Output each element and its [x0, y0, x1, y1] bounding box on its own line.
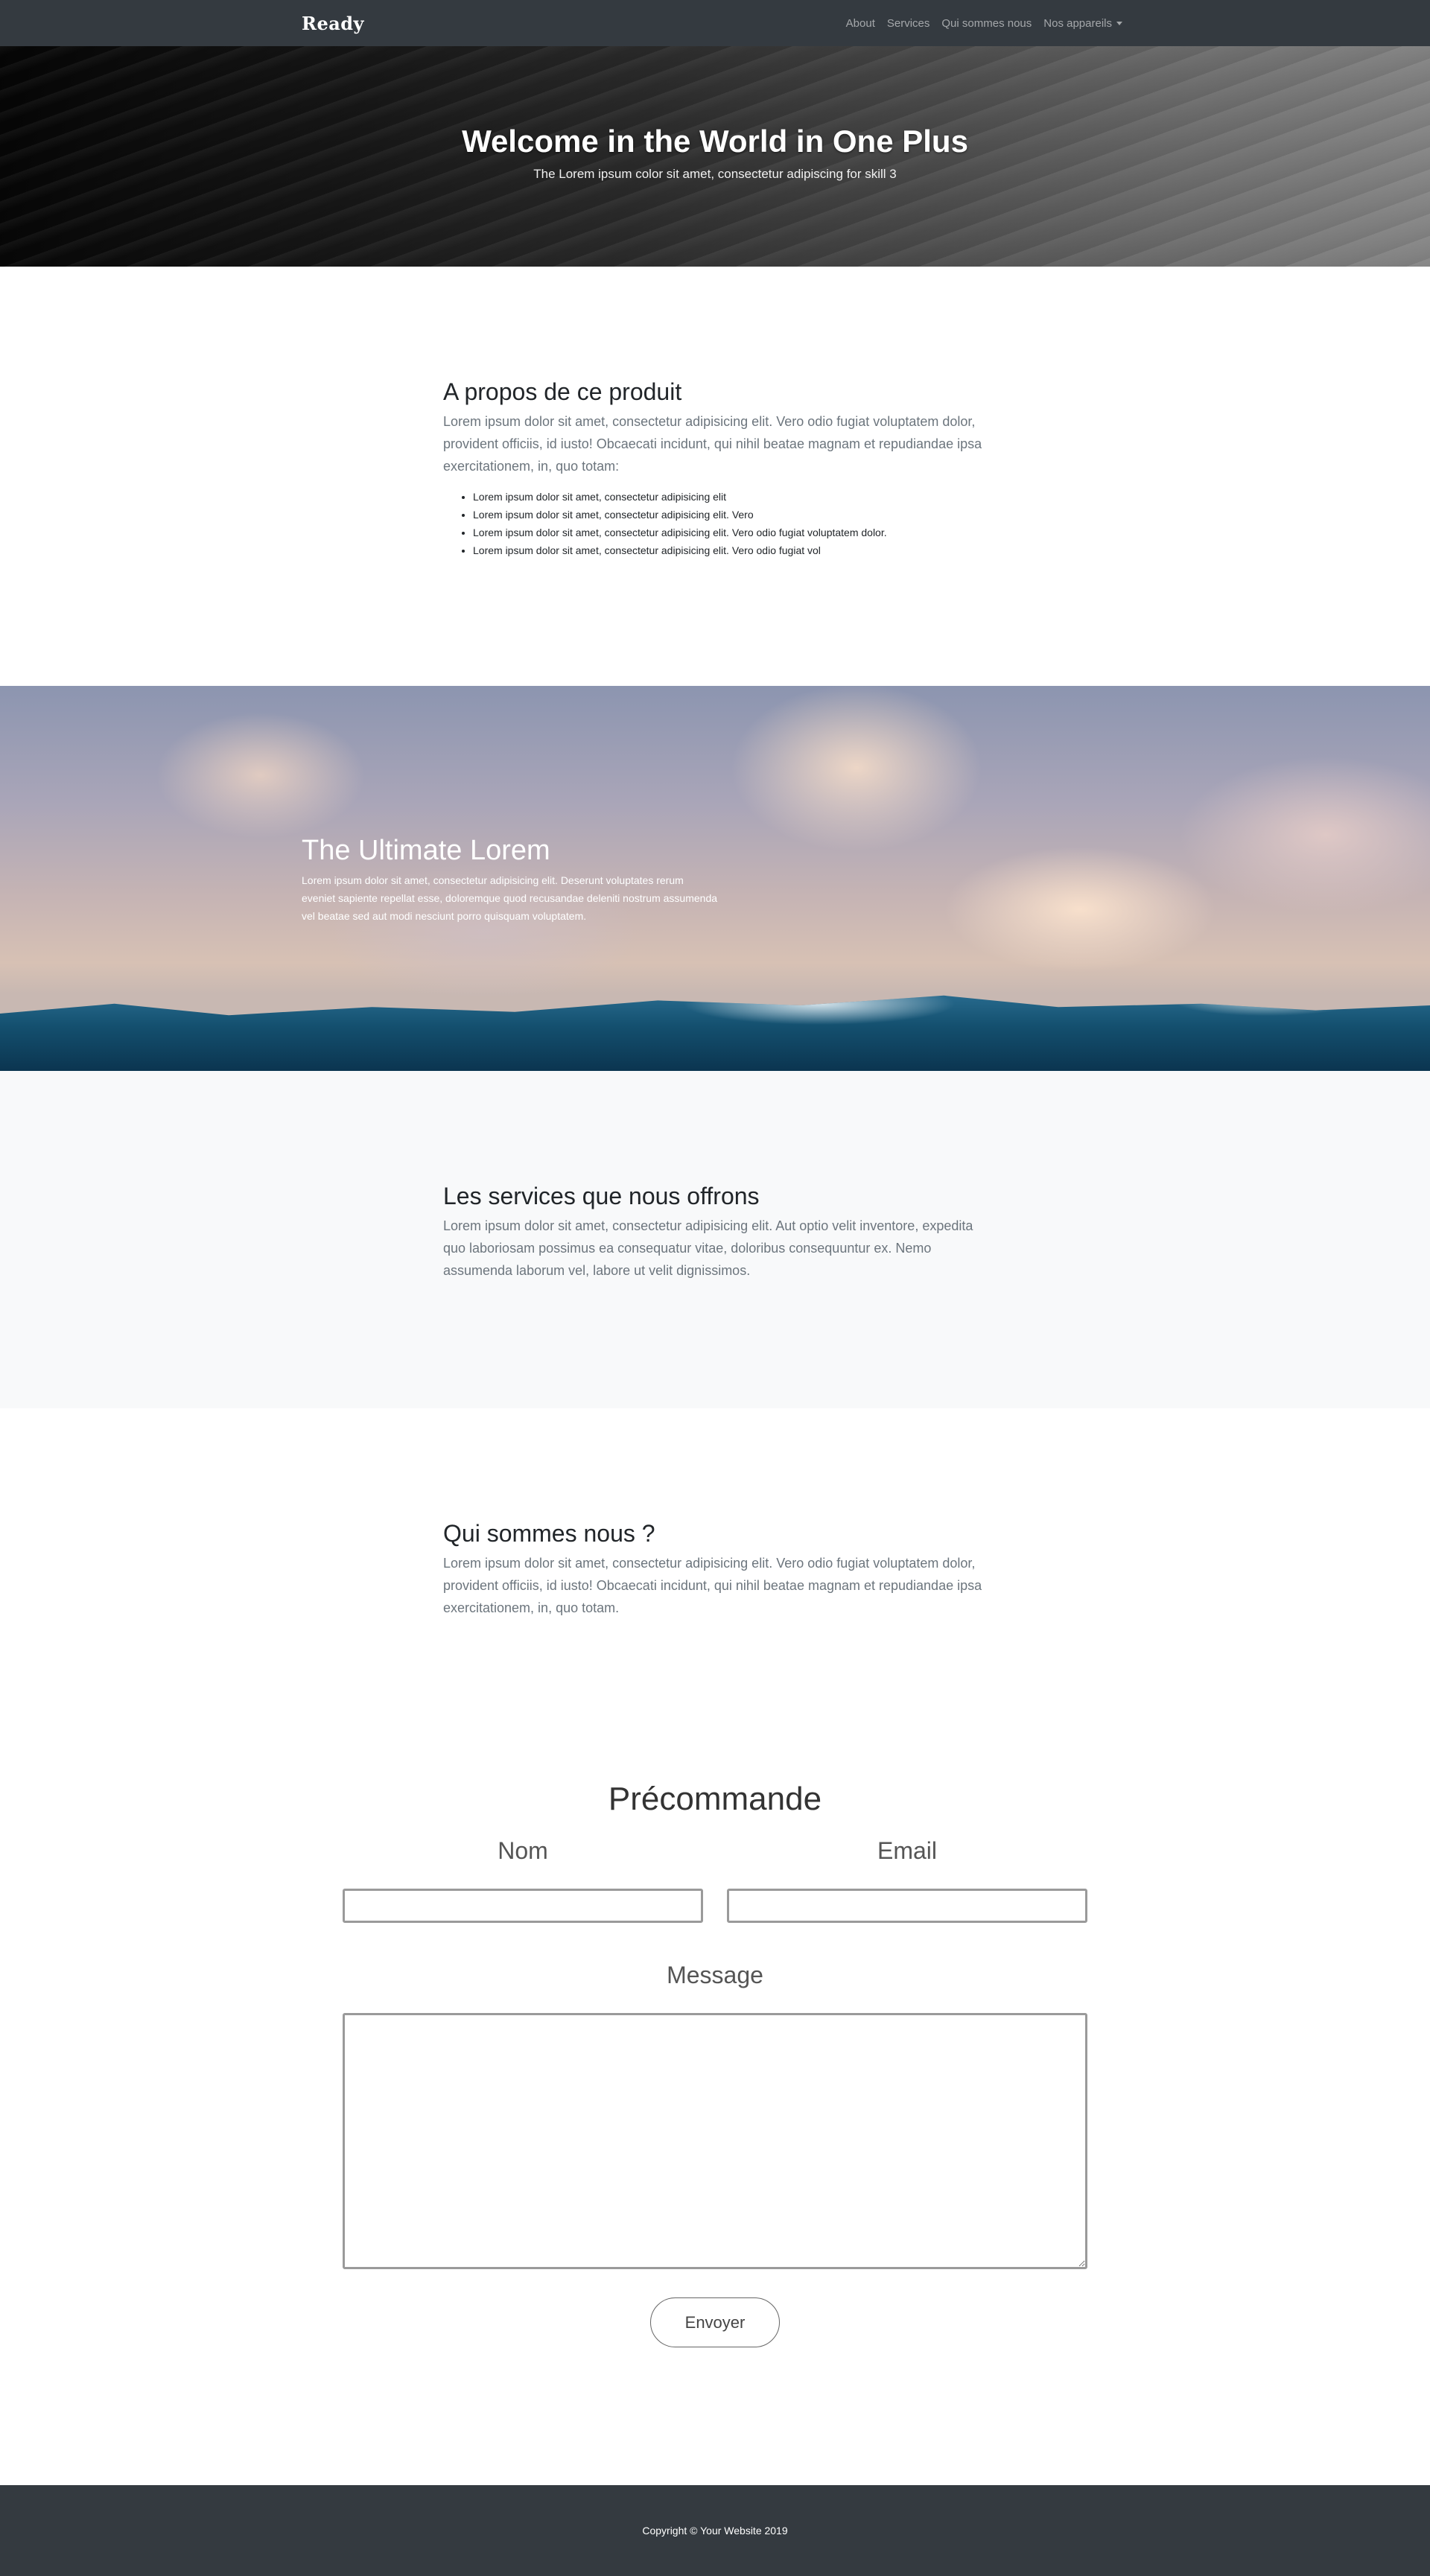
preorder-title: Précommande — [608, 1781, 822, 1817]
who-text: Lorem ipsum dolor sit amet, consectetur … — [443, 1556, 982, 1615]
hero-subtitle: The Lorem ipsum color sit amet, consecte… — [533, 167, 897, 181]
email-input[interactable] — [727, 1889, 1087, 1923]
brand-logo[interactable]: Ready — [302, 13, 364, 34]
list-item: Lorem ipsum dolor sit amet, consectetur … — [473, 541, 987, 559]
nav-dropdown-nos-appareils[interactable]: Nos appareils — [1037, 17, 1128, 30]
about-text: Lorem ipsum dolor sit amet, consectetur … — [443, 414, 982, 474]
parallax-content: The Ultimate Lorem Lorem ipsum dolor sit… — [302, 835, 719, 925]
copyright-text: Copyright © Your Website 2019 — [642, 2525, 788, 2537]
services-section: Les services que nous offrons Lorem ipsu… — [0, 1071, 1430, 1408]
caret-down-icon — [1116, 21, 1122, 25]
hero-banner: Welcome in the World in One Plus The Lor… — [0, 46, 1430, 267]
footer: Copyright © Your Website 2019 — [0, 2485, 1430, 2576]
who-content: Qui sommes nous ? Lorem ipsum dolor sit … — [443, 1520, 987, 1619]
email-group: Email — [727, 1837, 1087, 1923]
nav-link-services[interactable]: Services — [881, 17, 936, 30]
who-title: Qui sommes nous ? — [443, 1520, 655, 1547]
parallax-banner: The Ultimate Lorem Lorem ipsum dolor sit… — [0, 686, 1430, 1071]
about-content: A propos de ce produit Lorem ipsum dolor… — [443, 378, 987, 559]
parallax-text: Lorem ipsum dolor sit amet, consectetur … — [302, 874, 718, 922]
name-input[interactable] — [343, 1889, 703, 1923]
list-item: Lorem ipsum dolor sit amet, consectetur … — [473, 488, 987, 506]
nav-link-qui-sommes-nous[interactable]: Qui sommes nous — [935, 17, 1037, 30]
services-text: Lorem ipsum dolor sit amet, consectetur … — [443, 1218, 973, 1278]
form-row: Nom Email — [343, 1837, 1087, 1923]
hero-title: Welcome in the World in One Plus — [462, 124, 968, 159]
about-bullet-list: Lorem ipsum dolor sit amet, consectetur … — [443, 488, 987, 559]
nav-links: About Services Qui sommes nous Nos appar… — [840, 17, 1128, 30]
send-button[interactable]: Envoyer — [650, 2297, 780, 2347]
about-section: A propos de ce produit Lorem ipsum dolor… — [0, 267, 1430, 686]
email-label: Email — [877, 1837, 937, 1864]
services-content: Les services que nous offrons Lorem ipsu… — [443, 1183, 987, 1282]
navbar: Ready About Services Qui sommes nous Nos… — [0, 0, 1430, 46]
name-group: Nom — [343, 1837, 703, 1923]
who-section: Qui sommes nous ? Lorem ipsum dolor sit … — [0, 1408, 1430, 1751]
preorder-form: Précommande Nom Email Message Envoyer — [0, 1751, 1430, 2485]
about-title: A propos de ce produit — [443, 378, 682, 405]
parallax-title: The Ultimate Lorem — [302, 835, 550, 866]
list-item: Lorem ipsum dolor sit amet, consectetur … — [473, 506, 987, 524]
nav-dropdown-label: Nos appareils — [1043, 16, 1112, 30]
ocean-wave-image — [0, 995, 1430, 1071]
message-label: Message — [667, 1962, 763, 1988]
message-textarea[interactable] — [343, 2013, 1087, 2269]
navbar-container: Ready About Services Qui sommes nous Nos… — [302, 0, 1128, 46]
name-label: Nom — [498, 1837, 548, 1864]
services-title: Les services que nous offrons — [443, 1183, 760, 1209]
nav-link-about[interactable]: About — [840, 17, 881, 30]
list-item: Lorem ipsum dolor sit amet, consectetur … — [473, 524, 987, 541]
